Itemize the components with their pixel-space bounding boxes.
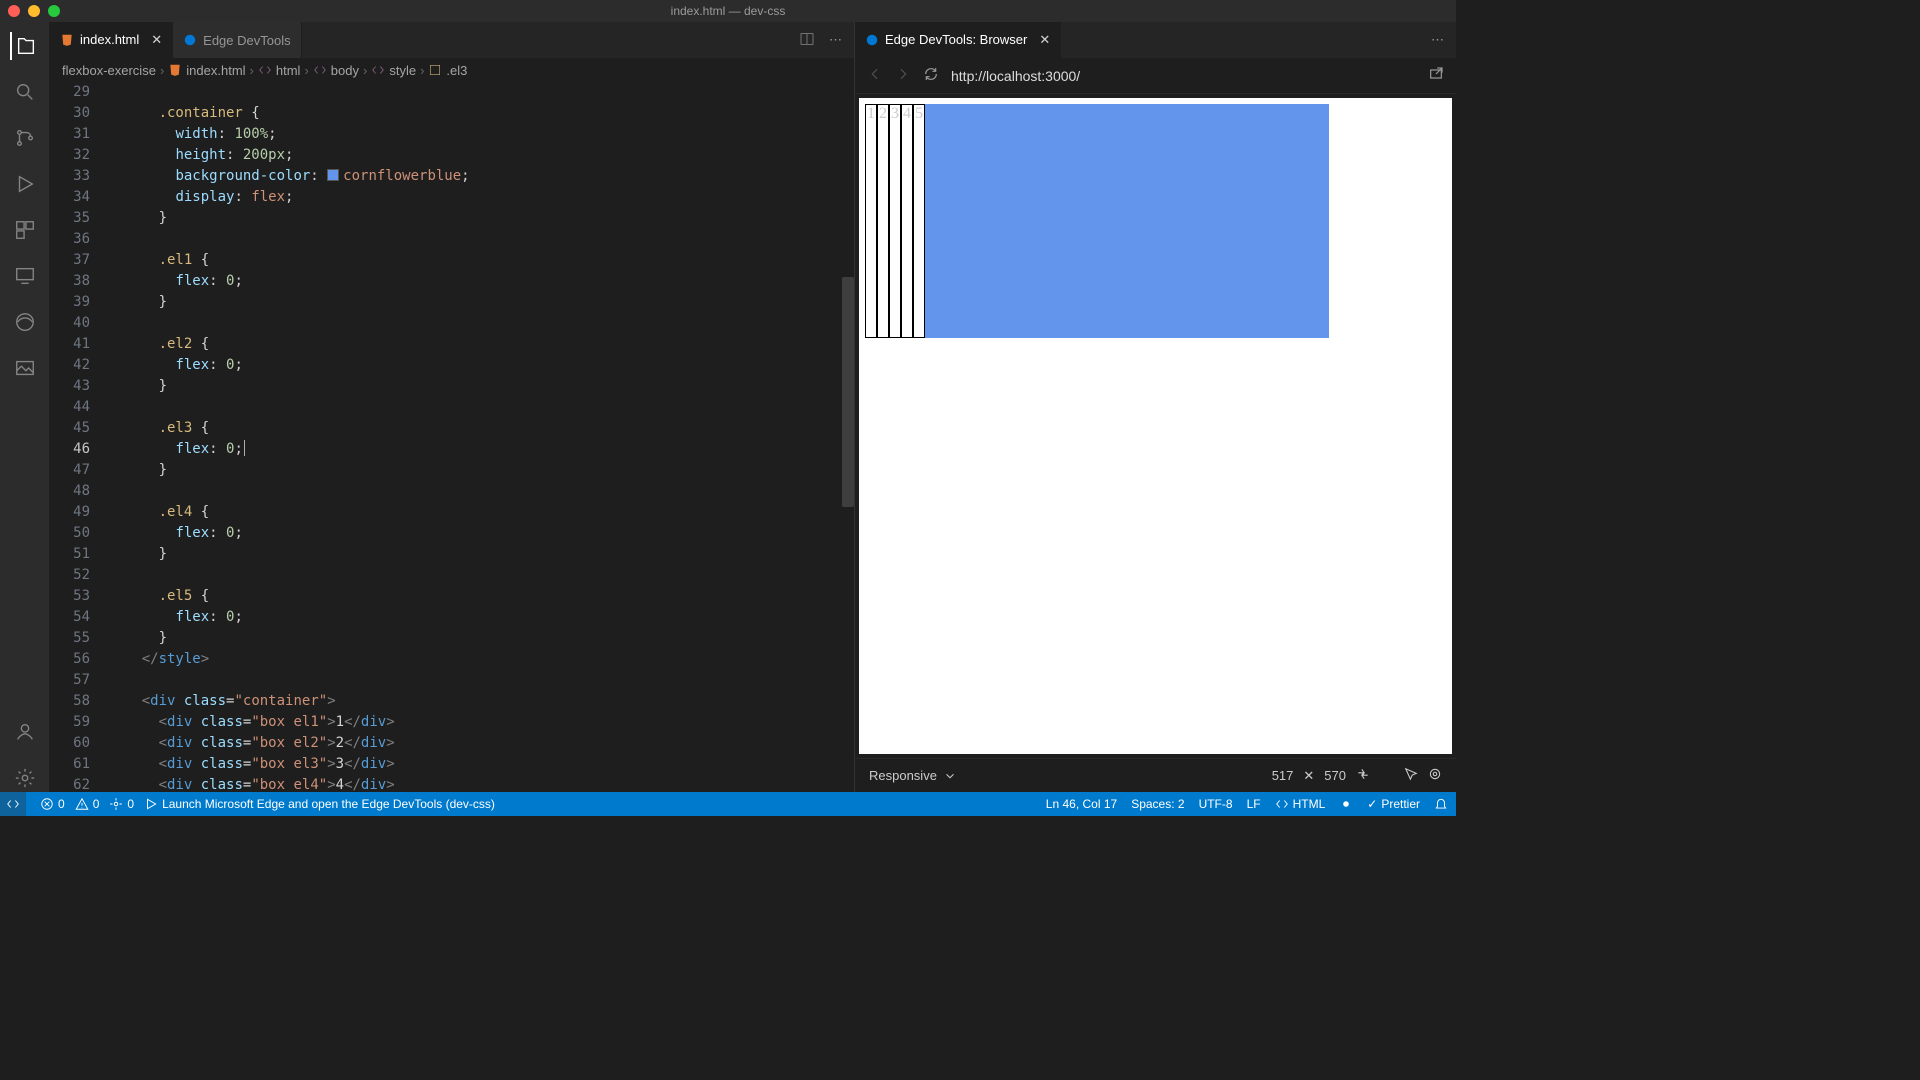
breadcrumb-style: style	[371, 63, 416, 78]
line-number-gutter: 2930313233343536373839404142434445464748…	[50, 82, 108, 792]
cursor-position[interactable]: Ln 46, Col 17	[1046, 797, 1117, 811]
url-bar[interactable]: http://localhost:3000/	[951, 68, 1416, 84]
browser-tabs: Edge DevTools: Browser ✕ ⋯	[855, 22, 1456, 58]
rotate-icon[interactable]	[1356, 767, 1370, 784]
breadcrumbs[interactable]: flexbox-exercise › index.html › html › b…	[50, 58, 854, 82]
preview-box-4: 4	[901, 104, 913, 338]
window-title: index.html — dev-css	[671, 4, 786, 18]
window-controls	[8, 5, 60, 17]
edge-icon	[865, 33, 879, 47]
viewport-width[interactable]: 517	[1272, 768, 1294, 783]
preview-box-1: 1	[865, 104, 877, 338]
tab-edge-devtools[interactable]: Edge DevTools	[173, 22, 301, 58]
preview-container: 1 2 3 4 5	[865, 104, 1329, 338]
breadcrumb-html: html	[258, 63, 301, 78]
status-bar: 0 0 0 Launch Microsoft Edge and open the…	[0, 792, 1456, 816]
activity-bar	[0, 22, 50, 792]
browser-toolbar: http://localhost:3000/	[855, 58, 1456, 94]
eol[interactable]: LF	[1247, 797, 1261, 811]
split-editor-icon[interactable]	[799, 31, 815, 50]
maximize-window-button[interactable]	[48, 5, 60, 17]
settings-gear-icon[interactable]	[11, 764, 39, 792]
prettier-status[interactable]: ✓ Prettier	[1367, 797, 1420, 811]
tab-label: index.html	[80, 32, 139, 47]
tab-close-icon[interactable]: ✕	[151, 32, 162, 48]
ports-forwarded[interactable]: 0	[109, 797, 134, 811]
breadcrumb-selector: .el3	[428, 63, 467, 78]
breadcrumb-file: index.html	[168, 63, 245, 78]
screencast-icon[interactable]	[1428, 767, 1442, 784]
go-live[interactable]	[1339, 797, 1353, 811]
more-actions-icon[interactable]: ⋯	[829, 32, 842, 48]
launch-edge-task[interactable]: Launch Microsoft Edge and open the Edge …	[144, 797, 495, 811]
remote-indicator[interactable]	[0, 792, 26, 816]
dimension-separator: ✕	[1303, 768, 1314, 784]
remote-explorer-icon[interactable]	[11, 262, 39, 290]
language-mode[interactable]: HTML	[1275, 797, 1326, 811]
titlebar: index.html — dev-css	[0, 0, 1456, 22]
search-icon[interactable]	[11, 78, 39, 106]
edge-devtools-icon[interactable]	[11, 308, 39, 336]
encoding[interactable]: UTF-8	[1199, 797, 1233, 811]
explorer-icon[interactable]	[10, 32, 38, 60]
more-actions-icon[interactable]: ⋯	[1431, 32, 1444, 48]
preview-box-2: 2	[877, 104, 889, 338]
tab-devtools-browser[interactable]: Edge DevTools: Browser ✕	[855, 22, 1061, 58]
preview-box-5: 5	[913, 104, 925, 338]
tab-close-icon[interactable]: ✕	[1039, 32, 1050, 48]
tab-label: Edge DevTools	[203, 33, 290, 48]
nav-forward-icon[interactable]	[895, 66, 911, 85]
close-window-button[interactable]	[8, 5, 20, 17]
pick-element-icon[interactable]	[1404, 767, 1418, 784]
editor-tabs: index.html ✕ Edge DevTools ⋯	[50, 22, 854, 58]
extensions-icon[interactable]	[11, 216, 39, 244]
minimize-window-button[interactable]	[28, 5, 40, 17]
viewport-height[interactable]: 570	[1324, 768, 1346, 783]
browser-viewport[interactable]: 1 2 3 4 5	[859, 98, 1452, 754]
nav-back-icon[interactable]	[867, 66, 883, 85]
editor-panel: index.html ✕ Edge DevTools ⋯ flexbox-exe…	[50, 22, 855, 792]
source-control-icon[interactable]	[11, 124, 39, 152]
editor-scrollbar[interactable]	[842, 277, 854, 507]
problems-errors[interactable]: 0	[40, 797, 65, 811]
code-editor[interactable]: 2930313233343536373839404142434445464748…	[50, 82, 854, 792]
tab-label: Edge DevTools: Browser	[885, 32, 1027, 47]
tab-index-html[interactable]: index.html ✕	[50, 22, 173, 58]
chevron-down-icon	[943, 769, 957, 783]
run-debug-icon[interactable]	[11, 170, 39, 198]
html-file-icon	[60, 33, 74, 47]
open-external-icon[interactable]	[1428, 66, 1444, 85]
photos-icon[interactable]	[11, 354, 39, 382]
problems-warnings[interactable]: 0	[75, 797, 100, 811]
browser-panel: Edge DevTools: Browser ✕ ⋯ http://localh…	[855, 22, 1456, 792]
device-selector[interactable]: Responsive	[869, 768, 957, 783]
edge-icon	[183, 33, 197, 47]
devtools-device-bar: Responsive 517 ✕ 570	[855, 758, 1456, 792]
breadcrumb-body: body	[313, 63, 359, 78]
indentation[interactable]: Spaces: 2	[1131, 797, 1184, 811]
code-content[interactable]: .container { width: 100%; height: 200px;…	[108, 82, 854, 792]
accounts-icon[interactable]	[11, 718, 39, 746]
reload-icon[interactable]	[923, 66, 939, 85]
preview-box-3: 3	[889, 104, 901, 338]
breadcrumb-folder: flexbox-exercise	[62, 63, 156, 78]
notifications-bell-icon[interactable]	[1434, 797, 1448, 811]
